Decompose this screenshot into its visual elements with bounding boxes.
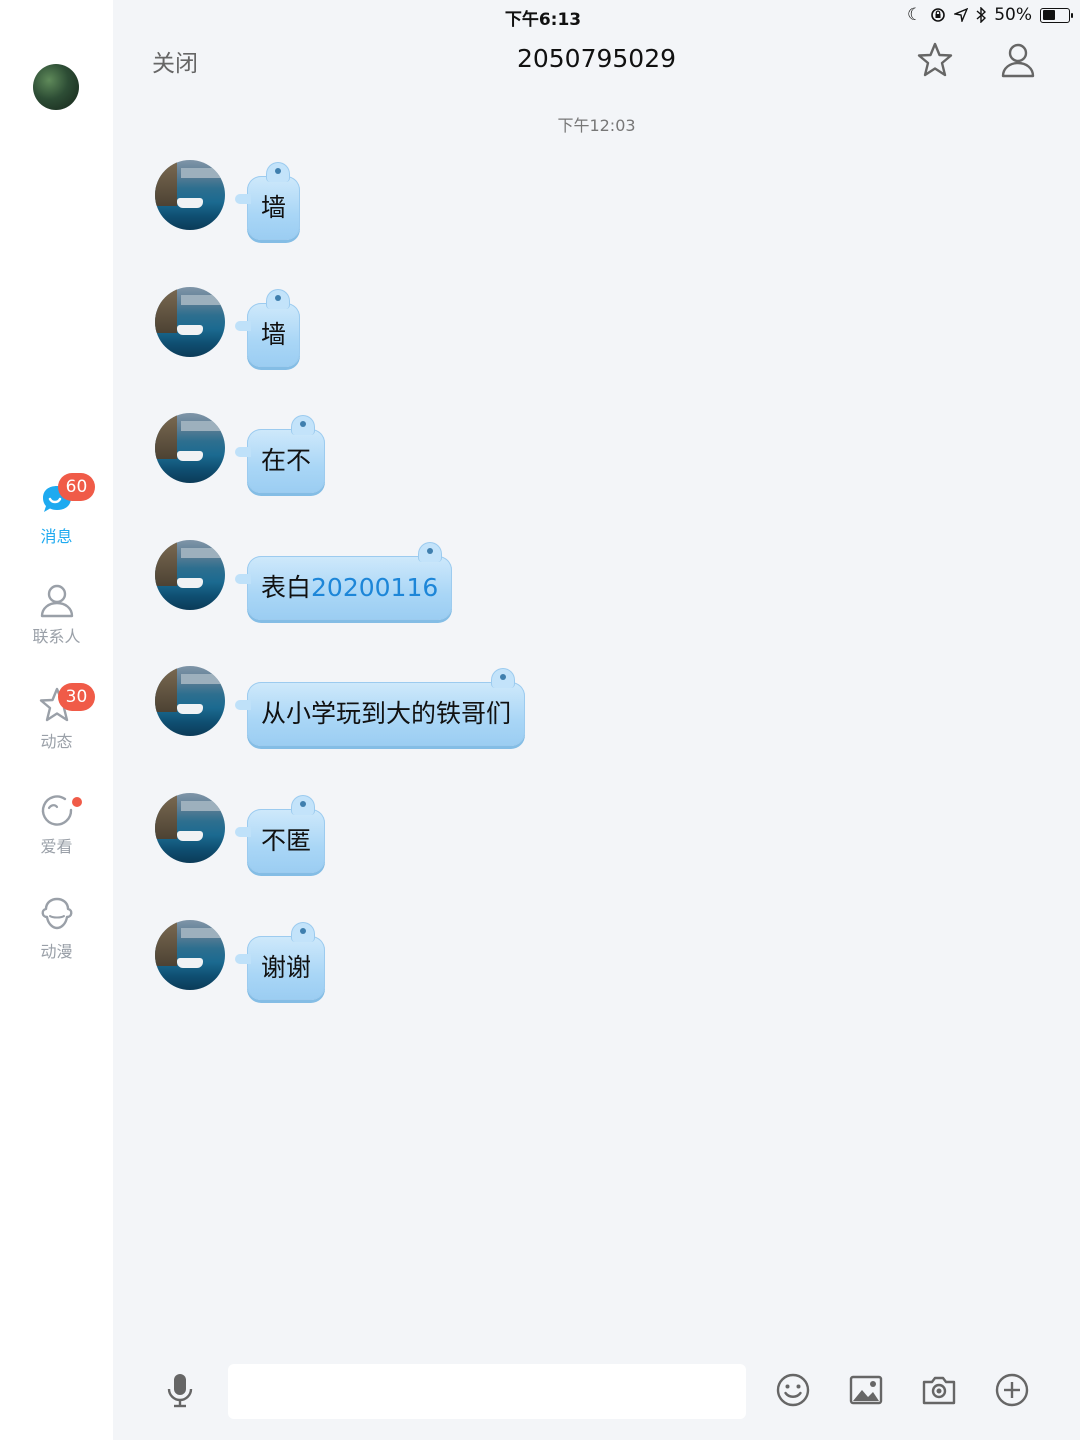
bubble-ear-decoration [291, 922, 316, 942]
sender-avatar[interactable] [155, 920, 225, 990]
unread-badge: 60 [58, 473, 95, 501]
location-icon [954, 8, 969, 22]
sidebar-item-contacts[interactable]: 联系人 [0, 580, 113, 647]
bubble-ear-decoration [291, 415, 316, 435]
unread-badge: 30 [58, 683, 95, 711]
image-icon[interactable] [846, 1370, 886, 1410]
message-bubble[interactable]: 表白20200116 [234, 542, 453, 620]
message-text: 不匿 [261, 826, 312, 855]
message-bubble[interactable]: 墙 [234, 162, 301, 240]
message-row: 在不 [155, 413, 755, 503]
message-input[interactable] [228, 1364, 746, 1419]
message-text: 墙 [261, 320, 287, 349]
add-more-icon[interactable] [992, 1370, 1032, 1410]
bubble-ear-decoration [491, 668, 516, 688]
bubble-ear-decoration [266, 162, 291, 182]
sidebar-item-label: 动漫 [40, 942, 73, 961]
profile-icon[interactable] [998, 40, 1038, 80]
sender-avatar[interactable] [155, 160, 225, 230]
sidebar-item-anime[interactable]: 动漫 [0, 895, 113, 962]
watch-icon [41, 795, 72, 826]
sidebar-item-label: 爱看 [40, 837, 73, 856]
bubble-ear-decoration [266, 289, 291, 309]
bubble-ear-decoration [291, 795, 316, 815]
message-number-link[interactable]: 20200116 [311, 573, 438, 602]
message-row: 表白20200116 [155, 540, 755, 630]
status-bar: iPad 下午6:13 ☾ 50% [0, 0, 1080, 30]
message-bubble[interactable]: 谢谢 [234, 922, 326, 1000]
message-bubble[interactable]: 在不 [234, 415, 326, 493]
message-text: 谢谢 [261, 953, 312, 982]
sender-avatar[interactable] [155, 540, 225, 610]
microphone-icon[interactable] [160, 1370, 200, 1410]
message-row: 从小学玩到大的铁哥们 [155, 666, 755, 756]
message-row: 谢谢 [155, 920, 755, 1010]
emoji-icon[interactable] [773, 1370, 813, 1410]
notification-dot [72, 797, 82, 807]
bubble-ear-decoration [418, 542, 443, 562]
close-button[interactable]: 关闭 [152, 44, 198, 78]
sender-avatar[interactable] [155, 413, 225, 483]
camera-icon[interactable] [919, 1370, 959, 1410]
message-row: 墙 [155, 160, 755, 250]
sidebar-item-label: 消息 [40, 527, 73, 546]
message-bubble[interactable]: 墙 [234, 289, 301, 367]
message-text: 表白 [261, 573, 312, 602]
sender-avatar[interactable] [155, 793, 225, 863]
message-bubble[interactable]: 不匿 [234, 795, 326, 873]
favorite-star-icon[interactable] [915, 40, 955, 80]
avatar[interactable] [33, 64, 79, 110]
sidebar-item-feed[interactable]: 动态 30 [0, 683, 113, 752]
sidebar-item-messages[interactable]: 消息 60 [0, 473, 113, 547]
rotation-lock-icon [931, 8, 946, 22]
moon-icon: ☾ [906, 5, 923, 25]
message-text: 从小学玩到大的铁哥们 [261, 699, 512, 728]
message-row: 不匿 [155, 793, 755, 883]
contacts-icon [40, 584, 73, 618]
message-row: 墙 [155, 287, 755, 377]
message-text: 在不 [261, 446, 312, 475]
message-text: 墙 [261, 193, 287, 222]
sidebar-item-label: 联系人 [32, 627, 81, 646]
sidebar-item-label: 动态 [40, 732, 73, 751]
sender-avatar[interactable] [155, 666, 225, 736]
anime-icon [41, 897, 72, 930]
chat-title: 2050795029 [516, 44, 677, 73]
sidebar-item-watch[interactable]: 爱看 [0, 790, 113, 857]
sidebar: 消息 60 联系人 动态 30 爱看 动漫 [0, 0, 113, 1440]
message-timestamp: 下午12:03 [557, 116, 636, 135]
battery-icon [1040, 7, 1073, 23]
sender-avatar[interactable] [155, 287, 225, 357]
battery-percent: 50% [994, 5, 1032, 25]
message-bubble[interactable]: 从小学玩到大的铁哥们 [234, 668, 526, 746]
bluetooth-icon [976, 7, 987, 23]
